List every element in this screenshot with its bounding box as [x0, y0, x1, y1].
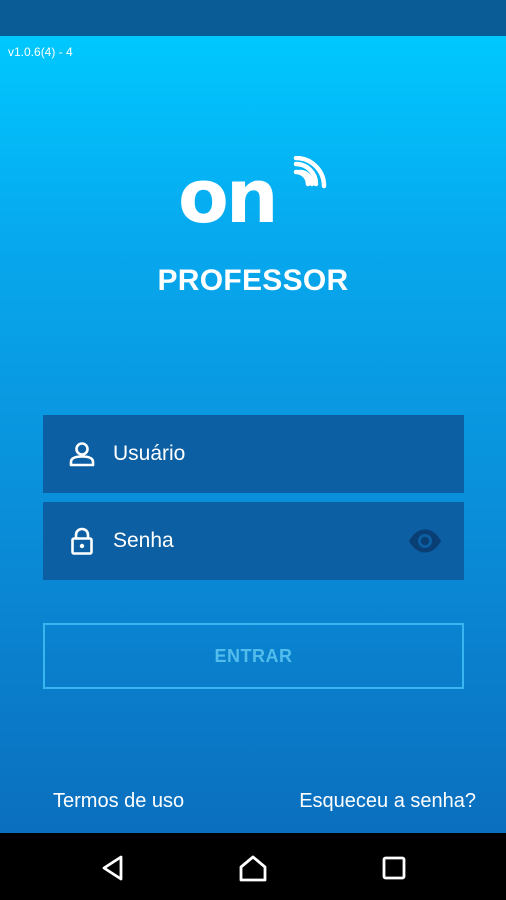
username-placeholder: Usuário — [113, 442, 186, 465]
status-bar — [0, 0, 506, 36]
password-field[interactable]: Senha — [43, 502, 464, 580]
app-subtitle: PROFESSOR — [157, 264, 349, 297]
terms-link[interactable]: Termos de uso — [53, 790, 184, 813]
username-field[interactable]: Usuário — [43, 415, 464, 493]
app-logo: on — [0, 156, 506, 236]
password-placeholder: Senha — [113, 529, 174, 552]
eye-icon[interactable] — [408, 527, 442, 555]
forgot-password-link[interactable]: Esqueceu a senha? — [299, 790, 476, 813]
home-icon[interactable] — [238, 853, 268, 883]
navigation-bar — [0, 833, 506, 900]
lock-icon — [71, 527, 93, 555]
login-screen: v1.0.6(4) - 4 on PROFESSOR Usuário Senha — [0, 36, 506, 833]
version-label: v1.0.6(4) - 4 — [8, 45, 73, 59]
recent-apps-icon[interactable] — [379, 853, 409, 883]
back-icon[interactable] — [98, 853, 128, 883]
user-icon — [69, 442, 95, 467]
enter-button[interactable]: ENTRAR — [43, 623, 464, 689]
wifi-icon — [293, 156, 327, 189]
